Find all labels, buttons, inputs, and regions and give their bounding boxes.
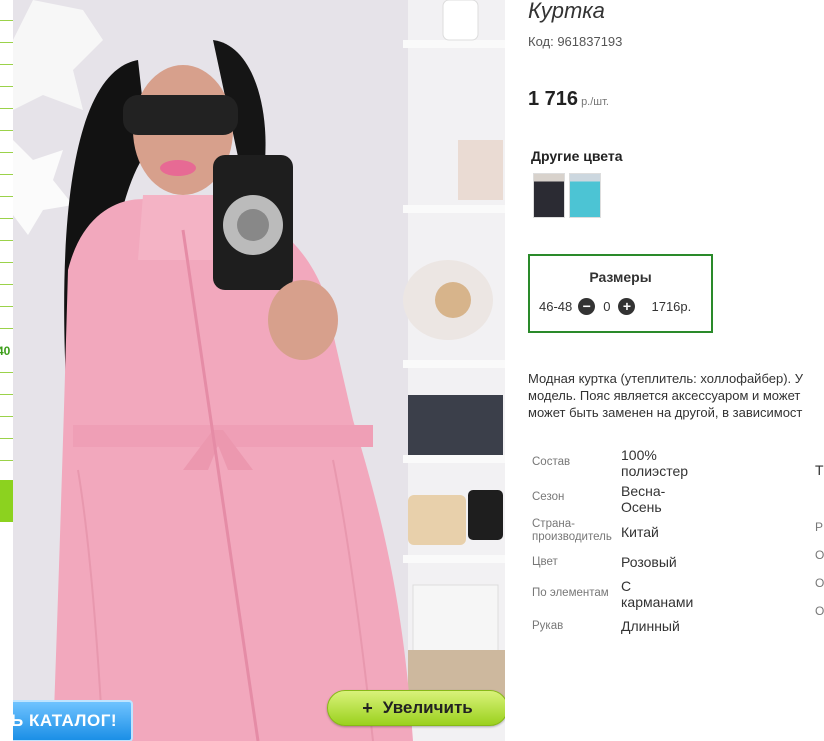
sizes-heading: Размеры (589, 269, 652, 285)
zoom-button-label: Увеличить (382, 698, 473, 717)
product-code: Код: 961837193 (528, 34, 623, 49)
color-swatch-turquoise[interactable] (569, 173, 601, 218)
edge-letter: О (815, 576, 824, 590)
description-line: может быть заменен на другой, в зависимо… (528, 405, 803, 420)
spec-label-color: Цвет (532, 556, 558, 568)
edge-letter: О (815, 548, 824, 562)
edge-letter: Т (815, 462, 824, 478)
product-photo[interactable]: Ь КАТАЛОГ! + Увеличить (13, 0, 505, 741)
other-colors-heading: Другие цвета (531, 148, 623, 164)
spec-value-color: Розовый (621, 554, 677, 570)
plus-icon: + (362, 697, 373, 718)
product-info-panel: Куртка Код: 961837193 1 716 р./шт. Другие… (528, 0, 824, 741)
plus-icon[interactable]: + (618, 298, 636, 315)
spec-label-country: Страна-производитель (532, 518, 612, 543)
sizes-box: Размеры 46-48 − 0 + 1716р. (528, 254, 713, 333)
product-title: Куртка (528, 0, 605, 23)
edge-letter: Р (815, 520, 824, 534)
left-ruler: 40 (0, 0, 14, 741)
price-value: 1 716 (528, 88, 579, 110)
spec-value-composition: 100% полиэстер (621, 447, 689, 479)
ruler-label: 40 (0, 344, 11, 358)
quantity-value: 0 (603, 299, 611, 314)
spec-value-country: Китай (621, 524, 659, 540)
spec-value-season: Весна-Осень (621, 483, 666, 515)
color-swatch-dark[interactable] (533, 173, 565, 218)
ruler-tab[interactable] (0, 480, 13, 522)
spec-value-sleeve: Длинный (621, 618, 680, 634)
edge-letter: О (815, 604, 824, 618)
catalog-button[interactable]: Ь КАТАЛОГ! (13, 700, 133, 741)
price-unit: р./шт. (581, 96, 609, 108)
description-line: Модная куртка (утеплитель: холлофайбер).… (528, 371, 804, 386)
price: 1 716 р./шт. (528, 88, 609, 111)
description-line: модель. Пояс является аксессуаром и може… (528, 388, 801, 403)
zoom-button[interactable]: + Увеличить (327, 690, 505, 726)
product-photo-illustration (13, 0, 505, 741)
spec-value-elements: С карманами (621, 578, 694, 610)
size-label: 46-48 (539, 299, 573, 314)
size-row: 46-48 − 0 + 1716р. (539, 298, 691, 315)
spec-label-elements: По элементам (532, 587, 609, 599)
spec-label-season: Сезон (532, 491, 565, 503)
minus-icon[interactable]: − (578, 298, 596, 315)
spec-label-sleeve: Рукав (532, 620, 564, 632)
size-sum: 1716р. (651, 299, 692, 314)
spec-label-composition: Состав (532, 456, 571, 468)
product-description: Модная куртка (утеплитель: холлофайбер).… (528, 370, 824, 421)
